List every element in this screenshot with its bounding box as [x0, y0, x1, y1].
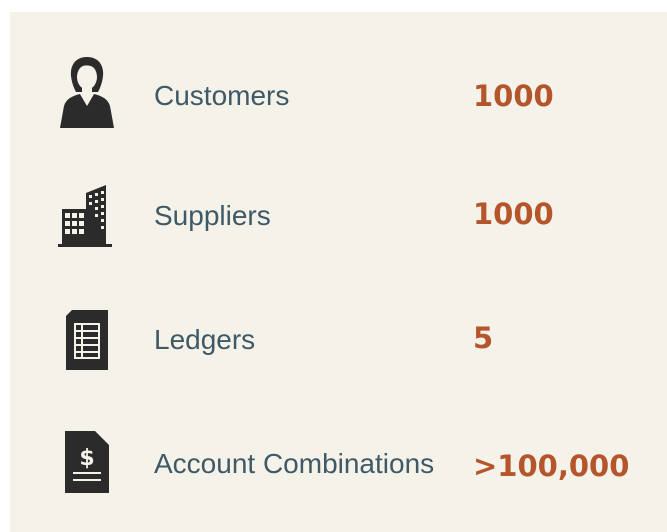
metric-label: Ledgers	[154, 324, 256, 355]
metric-label: Account Combinations	[154, 448, 435, 479]
metric-value: 1000	[473, 197, 554, 231]
metric-row-suppliers: Suppliers 1000	[10, 178, 667, 258]
building-icon	[54, 176, 120, 256]
ledger-icon	[54, 300, 120, 380]
metric-value: 5	[473, 321, 494, 355]
metrics-panel: Customers 1000 Suppliers 1000 Ledgers 5 …	[10, 12, 667, 532]
metric-label: Suppliers	[154, 200, 271, 231]
metric-row-ledgers: Ledgers 5	[10, 302, 667, 382]
metric-label: Customers	[154, 80, 290, 111]
metric-row-customers: Customers 1000	[10, 57, 667, 138]
metric-row-account-combinations: $ Account Combinations >100,000	[10, 426, 667, 506]
dollar-document-icon: $	[54, 422, 120, 502]
metric-value: >100,000	[473, 449, 630, 483]
svg-text:$: $	[79, 446, 94, 471]
metric-value: 1000	[473, 79, 554, 113]
person-icon	[54, 52, 120, 132]
